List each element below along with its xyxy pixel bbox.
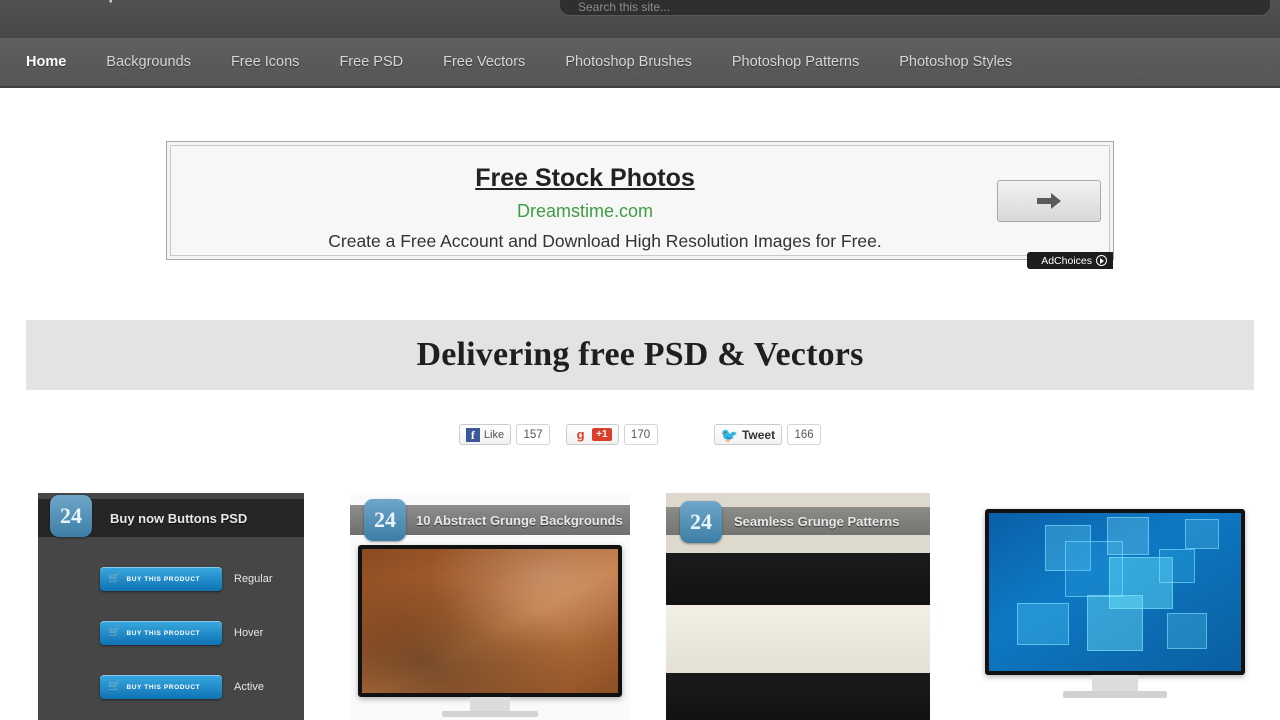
state-label-active: Active [234,681,264,693]
blue-abstract-squares-wallpaper [989,513,1241,671]
buy-this-product-button-active[interactable]: 🛒 BUY THIS PRODUCT [100,675,222,699]
adchoices-info-icon [1096,255,1107,266]
card2-24-badge: 24 [364,499,406,541]
site-logo[interactable]: free psd [70,0,240,10]
nav-item-photoshop-styles[interactable]: Photoshop Styles [879,38,1032,86]
google-plus-count: 170 [623,424,658,445]
pattern-swatch-light [666,605,930,673]
advertisement-banner[interactable]: Free Stock Photos Dreamstime.com Create … [166,141,1114,269]
adchoices-badge[interactable]: AdChoices [1027,252,1113,269]
thumbnail-grid: 24 Buy now Buttons PSD 🛒 BUY THIS PRODUC… [0,493,1280,720]
right-arrow-icon [1035,191,1063,211]
top-header-bar: free psd Search this site... [0,0,1280,38]
twitter-bird-icon: 🐦 [720,426,738,443]
nav-item-photoshop-brushes[interactable]: Photoshop Brushes [545,38,712,86]
nav-item-free-vectors[interactable]: Free Vectors [423,38,545,86]
card1-button-row-active: 🛒 BUY THIS PRODUCT Active [100,675,264,699]
nav-item-free-psd[interactable]: Free PSD [319,38,423,86]
social-share-row: f Like 157 g +1 170 🐦 Tweet 166 [0,424,1280,445]
google-plus-group: g +1 170 [566,424,658,445]
adchoices-label: AdChoices [1041,254,1092,267]
thumbnail-card-seamless-grunge-patterns[interactable]: 24 Seamless Grunge Patterns [666,493,930,720]
twitter-tweet-count: 166 [787,424,822,445]
facebook-like-label: Like [483,428,505,441]
buy-button-text: BUY THIS PRODUCT [126,629,201,637]
twitter-tweet-label: Tweet [741,427,776,442]
card3-24-badge: 24 [680,501,722,543]
nav-item-backgrounds[interactable]: Backgrounds [86,38,211,86]
buy-this-product-button-hover[interactable]: 🛒 BUY THIS PRODUCT [100,621,222,645]
card1-button-row-hover: 🛒 BUY THIS PRODUCT Hover [100,621,263,645]
thumbnail-card-abstract-grunge-backgrounds[interactable]: 24 10 Abstract Grunge Backgrounds [350,493,630,720]
twitter-tweet-group: 🐦 Tweet 166 [713,424,822,445]
card4-monitor-preview [985,509,1245,698]
google-plus-label: +1 [592,428,612,441]
pattern-swatch-dark-2 [666,673,930,720]
main-navigation: Home Backgrounds Free Icons Free PSD Fre… [0,38,1280,88]
ad-cta-button[interactable] [997,180,1101,222]
buy-this-product-button-regular[interactable]: 🛒 BUY THIS PRODUCT [100,567,222,591]
page-title: Delivering free PSD & Vectors [416,336,864,373]
card2-monitor-preview [358,545,622,717]
facebook-icon: f [465,427,480,442]
ad-description: Create a Free Account and Download High … [328,231,882,251]
buy-button-text: BUY THIS PRODUCT [126,683,201,691]
shopping-cart-icon: 🛒 [108,627,121,638]
nav-item-photoshop-patterns[interactable]: Photoshop Patterns [712,38,879,86]
search-panel[interactable]: Search this site... [560,0,1270,16]
facebook-like-count: 157 [516,424,551,445]
facebook-like-button[interactable]: f Like [458,424,512,445]
shopping-cart-icon: 🛒 [108,573,121,584]
state-label-regular: Regular [234,573,273,585]
buy-button-text: BUY THIS PRODUCT [126,575,201,583]
twitter-tweet-button[interactable]: 🐦 Tweet [713,424,783,445]
thumbnail-card-blue-abstract-wallpaper[interactable] [975,493,1255,720]
facebook-like-group: f Like 157 [458,424,551,445]
card1-button-row-regular: 🛒 BUY THIS PRODUCT Regular [100,567,273,591]
card3-title: Seamless Grunge Patterns [734,514,900,529]
nav-item-free-icons[interactable]: Free Icons [211,38,320,86]
search-input[interactable]: Search this site... [578,0,670,14]
google-plus-button[interactable]: g +1 [566,424,619,445]
pattern-swatch-dark-1 [666,553,930,605]
card1-title: Buy now Buttons PSD [110,511,248,526]
section-heading-banner: Delivering free PSD & Vectors [26,320,1254,390]
card1-24-badge: 24 [50,495,92,537]
state-label-hover: Hover [234,627,264,639]
thumbnail-card-buy-now-buttons[interactable]: 24 Buy now Buttons PSD 🛒 BUY THIS PRODUC… [38,493,304,720]
ad-inner-frame: Free Stock Photos Dreamstime.com Create … [170,145,1113,269]
grunge-background-texture [362,549,618,693]
card2-title: 10 Abstract Grunge Backgrounds [416,513,623,528]
shopping-cart-icon: 🛒 [108,681,121,692]
ad-headline-link[interactable]: Free Stock Photos [171,164,1109,193]
google-plus-icon: g [576,426,585,442]
ad-display-url: Dreamstime.com [516,201,654,221]
nav-item-home[interactable]: Home [0,38,86,86]
